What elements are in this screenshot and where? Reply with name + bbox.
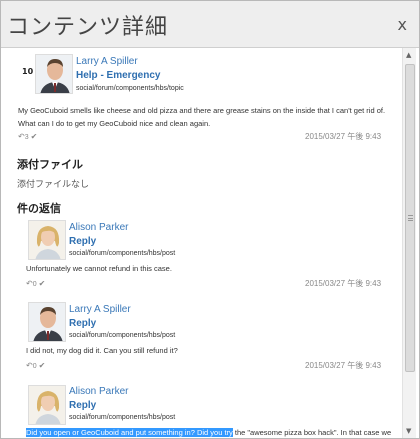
reply-2-date: 2015/03/27 午後 9:43 xyxy=(305,361,382,370)
reply-1-count: 0 xyxy=(32,281,37,288)
reply-2-body: I did not, my dog did it. Can you still … xyxy=(26,346,178,355)
check-icon[interactable]: ✔ xyxy=(39,361,46,370)
attachments-empty-text: 添付ファイルなし xyxy=(17,180,90,190)
vertical-scrollbar[interactable]: ▲ ▼ xyxy=(402,48,416,438)
reply-1-stats: ↶0 ✔ xyxy=(26,279,45,288)
topic-count-badge: 10 xyxy=(22,67,34,76)
reply-1-date: 2015/03/27 午後 9:43 xyxy=(305,279,382,288)
topic-body-line-1: My GeoCuboid smells like cheese and old … xyxy=(18,106,386,115)
reply-1-subject-link[interactable]: Reply xyxy=(69,236,96,247)
close-button[interactable]: x xyxy=(398,15,407,34)
topic-body-line-2: What can I do to get my GeoCuboid nice a… xyxy=(18,119,211,128)
topic-path: social/forum/components/hbs/topic xyxy=(76,85,184,92)
reply-icon[interactable]: ↶ xyxy=(26,279,33,288)
topic-author-link[interactable]: Larry A Spiller xyxy=(76,56,138,67)
avatar-alison[interactable] xyxy=(28,385,66,425)
topic-date: 2015/03/27 午後 9:43 xyxy=(305,132,382,141)
topic-stats: ↶3 ✔ xyxy=(18,132,37,141)
scroll-down-arrow-icon[interactable]: ▼ xyxy=(406,427,411,435)
topic-body: My GeoCuboid smells like cheese and old … xyxy=(18,104,393,130)
replies-heading: 件の返信 xyxy=(17,202,61,215)
avatar-larry[interactable] xyxy=(35,54,73,94)
avatar-alison[interactable] xyxy=(28,220,66,260)
reply-1-body: Unfortunately we cannot refund in this c… xyxy=(26,264,172,273)
reply-2-stats: ↶0 ✔ xyxy=(26,361,45,370)
scroll-up-arrow-icon[interactable]: ▲ xyxy=(406,51,411,59)
reply-3-subject-link[interactable]: Reply xyxy=(69,400,96,411)
reply-2-path: social/forum/components/hbs/post xyxy=(69,332,176,339)
reply-2-author-link[interactable]: Larry A Spiller xyxy=(69,304,131,315)
reply-3-body-selected: Did you open or GeoCuboid and put someth… xyxy=(26,428,233,437)
content-detail-dialog: コンテンツ詳細 x 10 Larry A Spiller Help - Emer… xyxy=(0,0,420,439)
avatar-larry[interactable] xyxy=(28,302,66,342)
reply-2-subject-link[interactable]: Reply xyxy=(69,318,96,329)
scrollbar-grip-icon xyxy=(408,215,413,221)
reply-2-count: 0 xyxy=(32,363,37,370)
dialog-content[interactable]: 10 Larry A Spiller Help - Emergency soci… xyxy=(1,48,399,438)
scrollbar-thumb[interactable] xyxy=(405,64,415,372)
check-icon[interactable]: ✔ xyxy=(31,132,38,141)
reply-3-body-rest: the "awesome pizza box hack". In that ca… xyxy=(232,428,392,437)
topic-subject-link[interactable]: Help - Emergency xyxy=(76,70,160,81)
reply-1-path: social/forum/components/hbs/post xyxy=(69,250,176,257)
dialog-titlebar: コンテンツ詳細 x xyxy=(1,1,419,48)
reply-3-author-link[interactable]: Alison Parker xyxy=(69,386,128,397)
check-icon[interactable]: ✔ xyxy=(39,279,46,288)
reply-icon[interactable]: ↶ xyxy=(18,132,25,141)
reply-1-author-link[interactable]: Alison Parker xyxy=(69,222,128,233)
reply-3-body: Did you open or GeoCuboid and put someth… xyxy=(26,426,391,438)
topic-reply-count: 3 xyxy=(24,134,29,141)
reply-3-path: social/forum/components/hbs/post xyxy=(69,414,176,421)
attachments-heading: 添付ファイル xyxy=(17,158,83,171)
reply-icon[interactable]: ↶ xyxy=(26,361,33,370)
dialog-title: コンテンツ詳細 xyxy=(7,15,169,40)
